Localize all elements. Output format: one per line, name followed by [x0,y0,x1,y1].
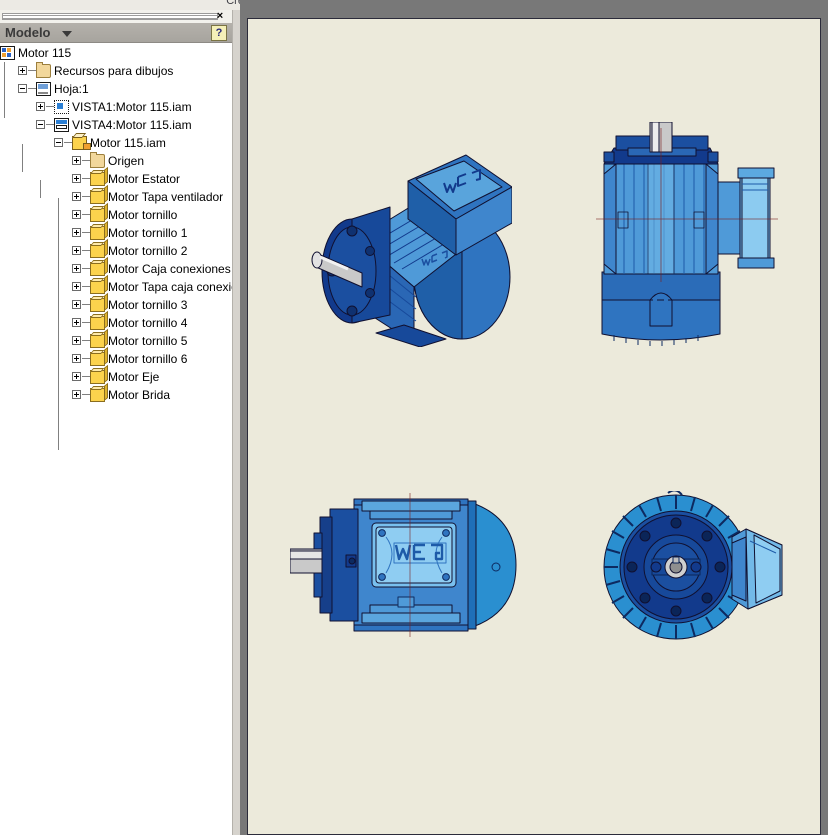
folder-icon [36,62,51,78]
tree-connector [82,160,90,161]
tree-connector [58,198,59,450]
expand-icon[interactable] [36,102,45,111]
tree-connector [82,304,90,305]
inventor-drawing-window: Crear Modificar × Modelo ? Motor 115Recu… [0,0,828,835]
expand-icon[interactable] [72,210,81,219]
part-icon [90,172,105,186]
tree-connector [82,286,90,287]
browser-header: Modelo ? [0,23,232,43]
tree-connector [82,394,90,395]
tree-node-label: Motor Brida [108,388,171,402]
tree-connector [46,124,54,125]
tree-node-label: VISTA1:Motor 115.iam [72,100,192,114]
expand-icon[interactable] [72,372,81,381]
part-icon [90,190,105,204]
assembly-icon [72,136,91,150]
tree-connector [82,322,90,323]
expand-icon[interactable] [72,390,81,399]
tree-connector [22,144,23,172]
expand-icon[interactable] [72,228,81,237]
drawing-root-icon [0,46,15,60]
expand-icon[interactable] [72,246,81,255]
expand-icon[interactable] [72,156,81,165]
part-icon [90,208,105,222]
drawing-sheet[interactable] [247,18,821,835]
isometric-view[interactable] [296,147,512,347]
tree-node-label: Motor Tapa ventilador [108,190,224,204]
part-icon [90,244,105,258]
front-elevation-view[interactable] [290,487,522,642]
panel-title: Modelo [5,25,51,40]
model-tree[interactable]: Motor 115 Recursos para dibujos Hoja:1 VIST… [0,44,232,835]
tree-node-label: Recursos para dibujos [54,64,174,78]
tree-node-label: Motor 115.iam [90,136,166,150]
tree-node-label: VISTA4:Motor 115.iam [72,118,192,132]
tree-connector [82,196,90,197]
titlebar-grip[interactable] [2,13,218,20]
tree-connector [82,214,90,215]
close-icon[interactable]: × [213,10,227,23]
browser-titlebar[interactable]: × [0,10,232,23]
expand-icon[interactable] [72,282,81,291]
tree-connector [82,376,90,377]
part-icon [90,280,105,294]
view-base-icon [54,100,69,114]
expand-icon[interactable] [72,318,81,327]
sheet-icon [36,82,51,96]
tree-connector [28,88,36,89]
collapse-icon[interactable] [54,138,63,147]
expand-icon[interactable] [72,300,81,309]
tree-connector [82,232,90,233]
tree-connector [82,358,90,359]
tree-node-label: Motor 115 [18,46,72,60]
part-icon [90,334,105,348]
expand-icon[interactable] [18,66,27,75]
folder-icon [90,152,105,168]
tree-connector [28,70,36,71]
tree-node-label: Motor tornillo 3 [108,298,188,312]
expand-icon[interactable] [72,192,81,201]
tree-node-label: Motor Caja conexiones [108,262,231,276]
expand-icon[interactable] [72,264,81,273]
tree-node-label: Hoja:1 [54,82,89,96]
tree-node-label: Motor tornillo [108,208,178,222]
tree-connector [4,62,5,118]
tree-node-label: Motor Estator [108,172,181,186]
tree-node-label: Motor tornillo 2 [108,244,188,258]
tree-connector [46,106,54,107]
part-icon [90,226,105,240]
tree-node-label: Motor Eje [108,370,160,384]
help-icon[interactable]: ? [211,25,227,41]
expand-icon[interactable] [72,174,81,183]
tree-connector [40,180,41,198]
right-side-view[interactable] [592,122,782,347]
part-icon [90,352,105,366]
chevron-down-icon[interactable] [62,31,72,37]
tree-connector [82,340,90,341]
part-icon [90,388,105,402]
tree-connector [64,142,72,143]
view-projected-icon [54,118,69,132]
tree-connector [82,178,90,179]
model-browser-panel: × Modelo ? Motor 115 Recursos para dibujo… [0,10,240,835]
tree-connector [82,250,90,251]
part-icon [90,262,105,276]
collapse-icon[interactable] [18,84,27,93]
tree-connector [82,268,90,269]
tree-node-label: Origen [108,154,145,168]
tree-node-label: Motor tornillo 6 [108,352,188,366]
tree-node-label: Motor tornillo 5 [108,334,188,348]
expand-icon[interactable] [72,336,81,345]
tree-node-label: Motor tornillo 1 [108,226,188,240]
browser-vertical-scrollbar[interactable] [232,10,240,835]
end-face-view[interactable] [598,491,788,646]
collapse-icon[interactable] [36,120,45,129]
graphics-window[interactable] [240,0,828,835]
expand-icon[interactable] [72,354,81,363]
part-icon [90,316,105,330]
part-icon [90,298,105,312]
tree-node-label: Motor tornillo 4 [108,316,188,330]
tree-node-label: Motor Tapa caja conexiones [108,280,232,294]
part-icon [90,370,105,384]
